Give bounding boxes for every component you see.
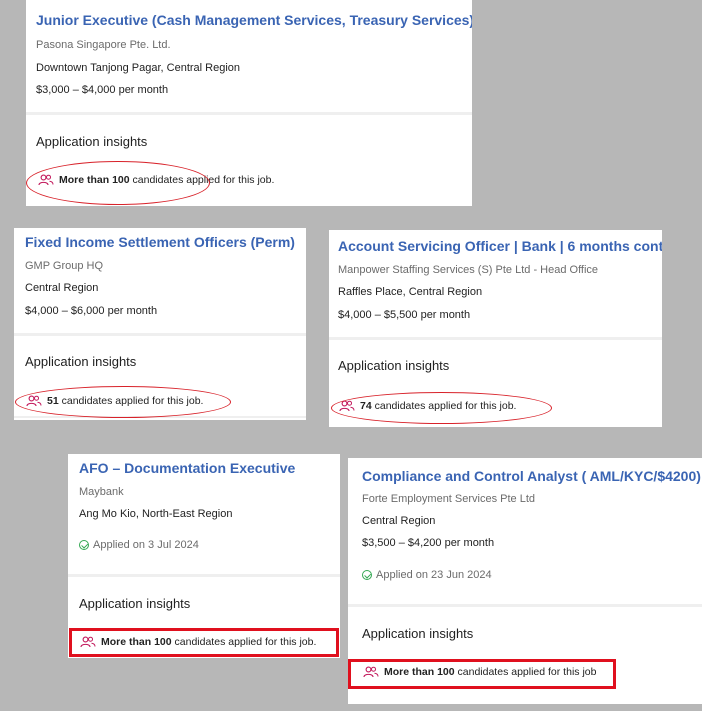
job-card-3[interactable]: Account Servicing Officer | Bank | 6 mon… — [329, 230, 662, 427]
users-icon — [363, 666, 379, 678]
insights-title: Application insights — [338, 358, 450, 373]
insight-text: More than 100 candidates applied for thi… — [384, 666, 596, 678]
job-location: Ang Mo Kio, North-East Region — [79, 508, 233, 520]
job-salary: $3,500 – $4,200 per month — [362, 537, 495, 549]
insight-suffix: candidates applied for this job. — [371, 400, 517, 412]
job-salary: $4,000 – $6,000 per month — [25, 305, 158, 317]
company-name: Manpower Staffing Services (S) Pte Ltd -… — [338, 264, 599, 276]
divider — [348, 604, 702, 607]
applied-status: Applied on 3 Jul 2024 — [79, 539, 199, 551]
applied-date: Applied on 3 Jul 2024 — [93, 539, 199, 551]
company-name: Pasona Singapore Pte. Ltd. — [36, 39, 171, 51]
users-icon — [26, 395, 42, 407]
insight-text: 74 candidates applied for this job. — [360, 400, 516, 412]
insight-suffix: candidates applied for this job. — [129, 174, 275, 186]
job-title[interactable]: Compliance and Control Analyst ( AML/KYC… — [362, 468, 701, 484]
job-title[interactable]: Fixed Income Settlement Officers (Perm) — [25, 234, 295, 250]
divider — [68, 574, 340, 577]
insight-text: More than 100 candidates applied for thi… — [59, 174, 274, 186]
insights-title: Application insights — [36, 134, 148, 149]
job-title[interactable]: AFO – Documentation Executive — [79, 460, 295, 476]
users-icon — [38, 174, 54, 186]
applied-date: Applied on 23 Jun 2024 — [376, 569, 492, 581]
job-card-4[interactable]: AFO – Documentation Executive Maybank An… — [68, 454, 340, 658]
applicant-insight: More than 100 candidates applied for thi… — [80, 636, 316, 648]
applicant-count: More than 100 — [384, 666, 455, 678]
insight-text: 51 candidates applied for this job. — [47, 395, 203, 407]
job-card-5[interactable]: Compliance and Control Analyst ( AML/KYC… — [348, 458, 702, 704]
divider — [26, 112, 472, 115]
insight-suffix: candidates applied for this job — [454, 666, 597, 678]
applicant-insight: More than 100 candidates applied for thi… — [38, 174, 274, 186]
job-card-2[interactable]: Fixed Income Settlement Officers (Perm) … — [14, 228, 306, 420]
insight-suffix: candidates applied for this job. — [58, 395, 204, 407]
job-location: Downtown Tanjong Pagar, Central Region — [36, 62, 241, 74]
applicant-insight: More than 100 candidates applied for thi… — [363, 666, 596, 678]
applied-status: Applied on 23 Jun 2024 — [362, 569, 492, 581]
insights-title: Application insights — [25, 354, 137, 369]
applicant-count: More than 100 — [101, 636, 172, 648]
users-icon — [80, 636, 96, 648]
applicant-insight: 51 candidates applied for this job. — [26, 395, 203, 407]
job-title[interactable]: Account Servicing Officer | Bank | 6 mon… — [338, 238, 662, 254]
company-name: GMP Group HQ — [25, 260, 104, 272]
insights-title: Application insights — [79, 596, 191, 611]
job-location: Central Region — [25, 282, 99, 294]
applicant-insight: 74 candidates applied for this job. — [339, 400, 516, 412]
job-salary: $4,000 – $5,500 per month — [338, 309, 471, 321]
applicant-count: 74 — [360, 400, 372, 412]
check-circle-icon — [79, 540, 89, 550]
job-location: Central Region — [362, 515, 436, 527]
job-title[interactable]: Junior Executive (Cash Management Servic… — [36, 12, 472, 28]
users-icon — [339, 400, 355, 412]
job-salary: $3,000 – $4,000 per month — [36, 84, 169, 96]
job-location: Raffles Place, Central Region — [338, 286, 483, 298]
check-circle-icon — [362, 570, 372, 580]
divider — [329, 337, 662, 340]
divider — [14, 416, 306, 418]
divider — [14, 333, 306, 336]
insights-title: Application insights — [362, 626, 474, 641]
job-card-1[interactable]: Junior Executive (Cash Management Servic… — [26, 0, 472, 206]
applicant-count: 51 — [47, 395, 59, 407]
company-name: Maybank — [79, 486, 124, 498]
insight-text: More than 100 candidates applied for thi… — [101, 636, 316, 648]
insight-suffix: candidates applied for this job. — [171, 636, 317, 648]
company-name: Forte Employment Services Pte Ltd — [362, 493, 536, 505]
applicant-count: More than 100 — [59, 174, 130, 186]
